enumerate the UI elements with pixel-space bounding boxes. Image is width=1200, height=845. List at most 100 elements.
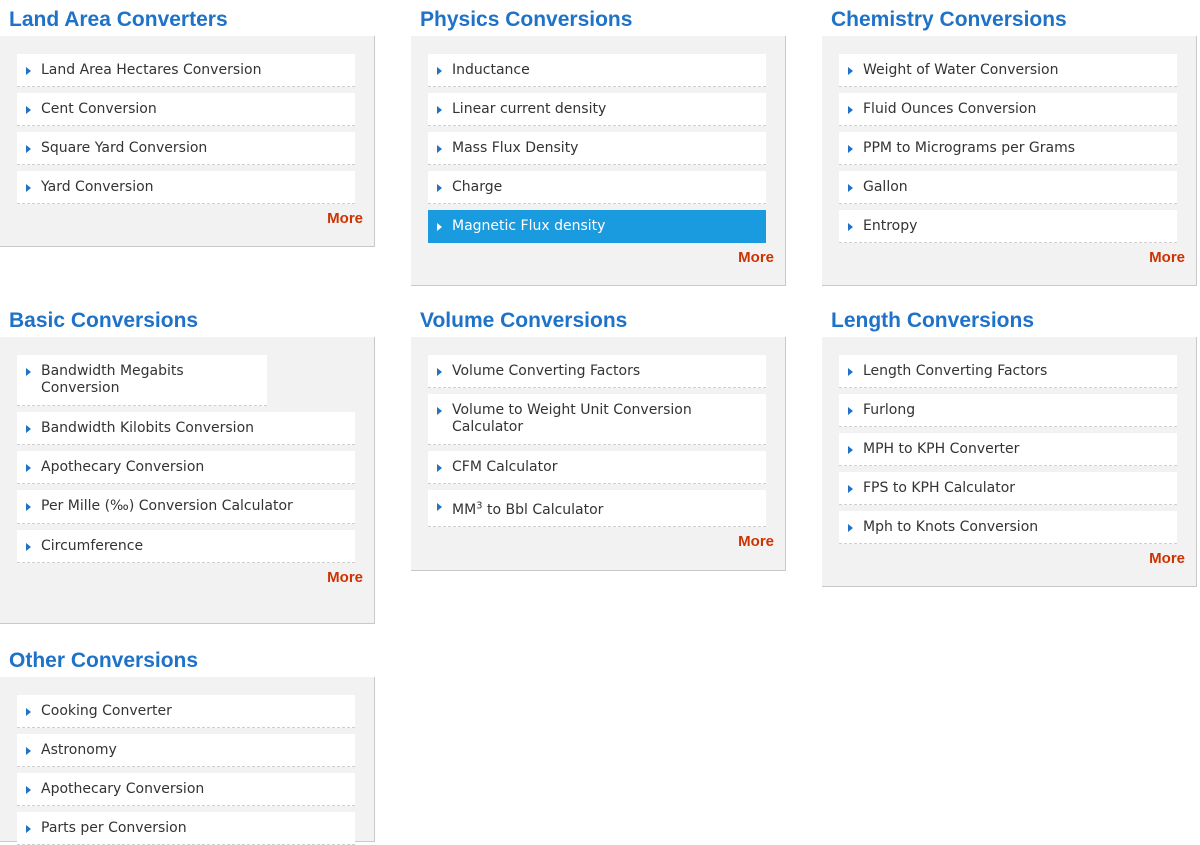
link-linear-current-density[interactable]: Linear current density (428, 93, 766, 126)
item-label: CFM Calculator (452, 459, 558, 475)
link-circumference[interactable]: Circumference (17, 530, 355, 563)
list-land-area: Land Area Hectares Conversion Cent Conve… (17, 54, 365, 204)
section-title-land-area: Land Area Converters (9, 8, 228, 31)
more-link-basic[interactable]: More (17, 569, 365, 587)
link-gallon[interactable]: Gallon (839, 171, 1177, 204)
link-cent-conversion[interactable]: Cent Conversion (17, 93, 355, 126)
triangle-right-icon (437, 223, 442, 231)
link-square-yard-conversion[interactable]: Square Yard Conversion (17, 132, 355, 165)
more-link-physics[interactable]: More (428, 249, 776, 267)
triangle-right-icon (26, 464, 31, 472)
link-entropy[interactable]: Entropy (839, 210, 1177, 243)
item-label: Magnetic Flux density (452, 218, 606, 234)
link-volume-converting-factors[interactable]: Volume Converting Factors (428, 355, 766, 388)
triangle-right-icon (437, 407, 442, 415)
link-cfm-calculator[interactable]: CFM Calculator (428, 451, 766, 484)
triangle-right-icon (848, 407, 853, 415)
link-fps-to-kph-calculator[interactable]: FPS to KPH Calculator (839, 472, 1177, 505)
item-label: FPS to KPH Calculator (863, 480, 1016, 496)
triangle-right-icon (848, 145, 853, 153)
link-bandwidth-megabits-conversion[interactable]: Bandwidth Megabits Conversion (17, 355, 267, 406)
link-furlong[interactable]: Furlong (839, 394, 1177, 427)
triangle-right-icon (437, 145, 442, 153)
link-length-converting-factors[interactable]: Length Converting Factors (839, 355, 1177, 388)
more-link-chemistry[interactable]: More (839, 249, 1187, 267)
list-basic: Bandwidth Megabits Conversion Bandwidth … (17, 355, 365, 563)
link-apothecary-conversion-other[interactable]: Apothecary Conversion (17, 773, 355, 806)
link-cooking-converter[interactable]: Cooking Converter (17, 695, 355, 728)
triangle-right-icon (26, 184, 31, 192)
list-physics: Inductance Linear current density Mass F… (428, 54, 776, 243)
panel-chemistry: Weight of Water Conversion Fluid Ounces … (822, 36, 1197, 286)
link-charge[interactable]: Charge (428, 171, 766, 204)
link-mm3-to-bbl-calculator[interactable]: MM3 to Bbl Calculator (428, 490, 766, 527)
triangle-right-icon (26, 368, 31, 376)
section-basic: Basic Conversions Bandwidth Megabits Con… (0, 303, 375, 624)
item-label: Per Mille (‰) Conversion Calculator (41, 498, 293, 514)
link-bandwidth-kilobits-conversion[interactable]: Bandwidth Kilobits Conversion (17, 412, 355, 445)
link-ppm-to-micrograms-per-grams[interactable]: PPM to Micrograms per Grams (839, 132, 1177, 165)
section-land-area: Land Area Converters Land Area Hectares … (0, 2, 375, 247)
item-label: Furlong (863, 402, 916, 418)
link-volume-to-weight-unit-conversion-calculator[interactable]: Volume to Weight Unit Conversion Calcula… (428, 394, 766, 445)
triangle-right-icon (26, 786, 31, 794)
item-label: MPH to KPH Converter (863, 441, 1020, 457)
more-link-land-area[interactable]: More (17, 210, 365, 228)
item-label: Apothecary Conversion (41, 781, 205, 797)
list-length: Length Converting Factors Furlong MPH to… (839, 355, 1187, 544)
item-label: Mass Flux Density (452, 140, 579, 156)
triangle-right-icon (437, 67, 442, 75)
item-label: Mph to Knots Conversion (863, 519, 1039, 535)
item-label: Linear current density (452, 101, 607, 117)
list-chemistry: Weight of Water Conversion Fluid Ounces … (839, 54, 1187, 243)
item-label: Bandwidth Megabits Conversion (41, 363, 184, 396)
triangle-right-icon (848, 67, 853, 75)
item-label: PPM to Micrograms per Grams (863, 140, 1076, 156)
triangle-right-icon (26, 543, 31, 551)
item-label: Astronomy (41, 742, 117, 758)
link-parts-per-conversion[interactable]: Parts per Conversion (17, 812, 355, 845)
link-mph-to-kph-converter[interactable]: MPH to KPH Converter (839, 433, 1177, 466)
panel-physics: Inductance Linear current density Mass F… (411, 36, 786, 286)
more-link-length[interactable]: More (839, 550, 1187, 568)
item-label: Square Yard Conversion (41, 140, 208, 156)
item-label-prefix: MM (452, 502, 477, 518)
triangle-right-icon (848, 223, 853, 231)
triangle-right-icon (26, 145, 31, 153)
triangle-right-icon (848, 446, 853, 454)
item-label: Entropy (863, 218, 918, 234)
section-title-chemistry: Chemistry Conversions (831, 8, 1067, 31)
section-title-other: Other Conversions (9, 649, 199, 672)
link-per-mille-conversion-calculator[interactable]: Per Mille (‰) Conversion Calculator (17, 490, 355, 524)
section-volume: Volume Conversions Volume Converting Fac… (411, 303, 786, 571)
triangle-right-icon (26, 747, 31, 755)
item-label: Volume Converting Factors (452, 363, 641, 379)
triangle-right-icon (26, 708, 31, 716)
link-inductance[interactable]: Inductance (428, 54, 766, 87)
triangle-right-icon (848, 106, 853, 114)
item-label: Fluid Ounces Conversion (863, 101, 1037, 117)
triangle-right-icon (437, 368, 442, 376)
link-magnetic-flux-density[interactable]: Magnetic Flux density (428, 210, 766, 243)
list-volume: Volume Converting Factors Volume to Weig… (428, 355, 776, 527)
section-length: Length Conversions Length Converting Fac… (822, 303, 1197, 587)
section-title-physics: Physics Conversions (420, 8, 633, 31)
section-other: Other Conversions Cooking Converter Astr… (0, 643, 375, 845)
link-mph-to-knots-conversion[interactable]: Mph to Knots Conversion (839, 511, 1177, 544)
panel-land-area: Land Area Hectares Conversion Cent Conve… (0, 36, 375, 247)
link-apothecary-conversion[interactable]: Apothecary Conversion (17, 451, 355, 484)
triangle-right-icon (437, 503, 442, 511)
triangle-right-icon (26, 67, 31, 75)
link-fluid-ounces-conversion[interactable]: Fluid Ounces Conversion (839, 93, 1177, 126)
item-label: Parts per Conversion (41, 820, 187, 836)
link-mass-flux-density[interactable]: Mass Flux Density (428, 132, 766, 165)
more-link-volume[interactable]: More (428, 533, 776, 551)
triangle-right-icon (26, 503, 31, 511)
panel-volume: Volume Converting Factors Volume to Weig… (411, 337, 786, 571)
link-astronomy[interactable]: Astronomy (17, 734, 355, 767)
link-weight-of-water-conversion[interactable]: Weight of Water Conversion (839, 54, 1177, 87)
link-land-area-hectares-conversion[interactable]: Land Area Hectares Conversion (17, 54, 355, 87)
item-label: Apothecary Conversion (41, 459, 205, 475)
item-label: Length Converting Factors (863, 363, 1048, 379)
link-yard-conversion[interactable]: Yard Conversion (17, 171, 355, 204)
